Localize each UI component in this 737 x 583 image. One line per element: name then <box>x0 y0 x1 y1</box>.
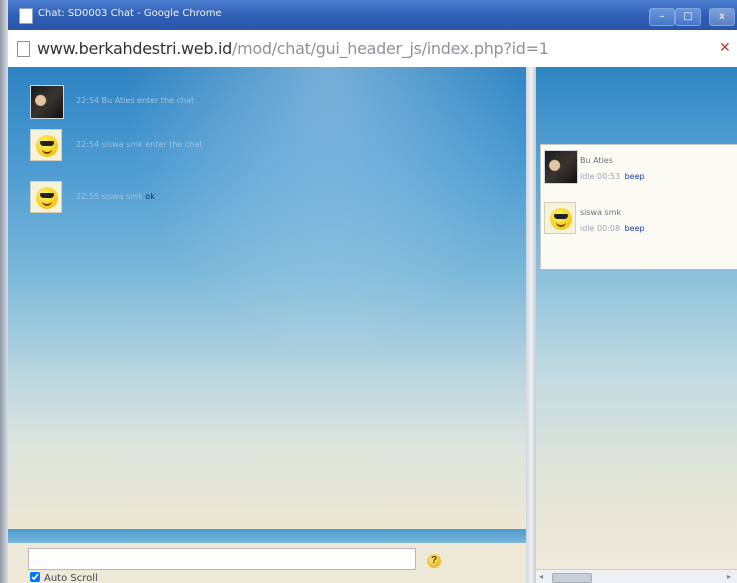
message-time: 22:54 <box>76 140 100 149</box>
message-input[interactable] <box>28 548 416 570</box>
message-author: Bu Aties <box>101 96 135 105</box>
scroll-left-icon[interactable]: ◂ <box>539 572 543 581</box>
url-domain: www.berkahdestri.web.id <box>37 39 232 58</box>
message-body: ok <box>145 192 155 201</box>
horizontal-scrollbar[interactable]: ◂ ▸ <box>536 569 737 583</box>
user-photo-icon <box>544 150 578 184</box>
help-smiley-icon: ? <box>427 554 441 568</box>
user-meta: idle 00:08 beep <box>580 224 645 233</box>
url-path: /mod/chat/gui_header_js/index.php?id=1 <box>231 39 549 58</box>
beep-link[interactable]: beep <box>625 224 645 233</box>
minimize-button[interactable]: – <box>649 8 675 26</box>
window-title: Chat: SD0003 Chat - Google Chrome <box>38 8 222 19</box>
composer: ? Auto Scroll <box>8 543 526 583</box>
pane-divider[interactable] <box>526 67 536 583</box>
document-icon <box>17 41 30 57</box>
user-idle: idle 00:08 <box>580 224 621 233</box>
message-body: enter the chat <box>137 96 195 105</box>
user-list: Bu Aties idle 00:53 beep siswa smk idle … <box>540 144 737 269</box>
smiley-icon <box>30 129 62 161</box>
user-name: Bu Aties <box>580 156 613 165</box>
autoscroll-checkbox[interactable] <box>30 572 40 582</box>
input-strip <box>8 529 526 543</box>
close-button[interactable]: x <box>709 8 735 26</box>
users-pane: Bu Aties idle 00:53 beep siswa smk idle … <box>536 67 737 569</box>
message-text: 22:54 Bu Aties enter the chat <box>76 96 194 105</box>
user-name: siswa smk <box>580 208 622 217</box>
url-text[interactable]: www.berkahdestri.web.id/mod/chat/gui_hea… <box>37 39 549 58</box>
user-meta: idle 00:53 beep <box>580 172 645 181</box>
scroll-thumb[interactable] <box>552 573 592 583</box>
message-time: 22:55 <box>76 192 100 201</box>
blocked-popup-icon[interactable]: ✕ <box>719 40 731 56</box>
user-item: siswa smk idle 00:08 beep <box>544 202 734 236</box>
message-text: 22:55 siswa smk ok <box>76 192 155 201</box>
user-idle: idle 00:53 <box>580 172 621 181</box>
browser-window: Chat: SD0003 Chat - Google Chrome – □ x … <box>8 0 737 583</box>
messages-pane[interactable]: 22:54 Bu Aties enter the chat 22:54 sisw… <box>8 67 526 529</box>
user-item: Bu Aties idle 00:53 beep <box>544 150 734 184</box>
maximize-button[interactable]: □ <box>675 8 701 26</box>
smiley-icon <box>544 202 576 234</box>
smiley-icon <box>30 181 62 213</box>
desktop-edge <box>0 0 8 583</box>
autoscroll-label: Auto Scroll <box>44 573 98 583</box>
autoscroll-option[interactable]: Auto Scroll <box>30 572 98 583</box>
message-author: siswa smk <box>101 192 143 201</box>
scroll-right-icon[interactable]: ▸ <box>727 572 731 581</box>
send-button[interactable]: ? <box>422 548 446 570</box>
message-time: 22:54 <box>76 96 100 105</box>
beep-link[interactable]: beep <box>625 172 645 181</box>
user-photo-icon <box>30 85 64 119</box>
title-bar[interactable]: Chat: SD0003 Chat - Google Chrome – □ x <box>8 0 737 30</box>
page-icon <box>19 8 33 24</box>
message-text: 22:54 siswa smk enter the chat <box>76 140 202 149</box>
address-bar[interactable]: www.berkahdestri.web.id/mod/chat/gui_hea… <box>8 30 737 68</box>
message-body: enter the chat <box>145 140 203 149</box>
message-author: siswa smk <box>101 140 143 149</box>
